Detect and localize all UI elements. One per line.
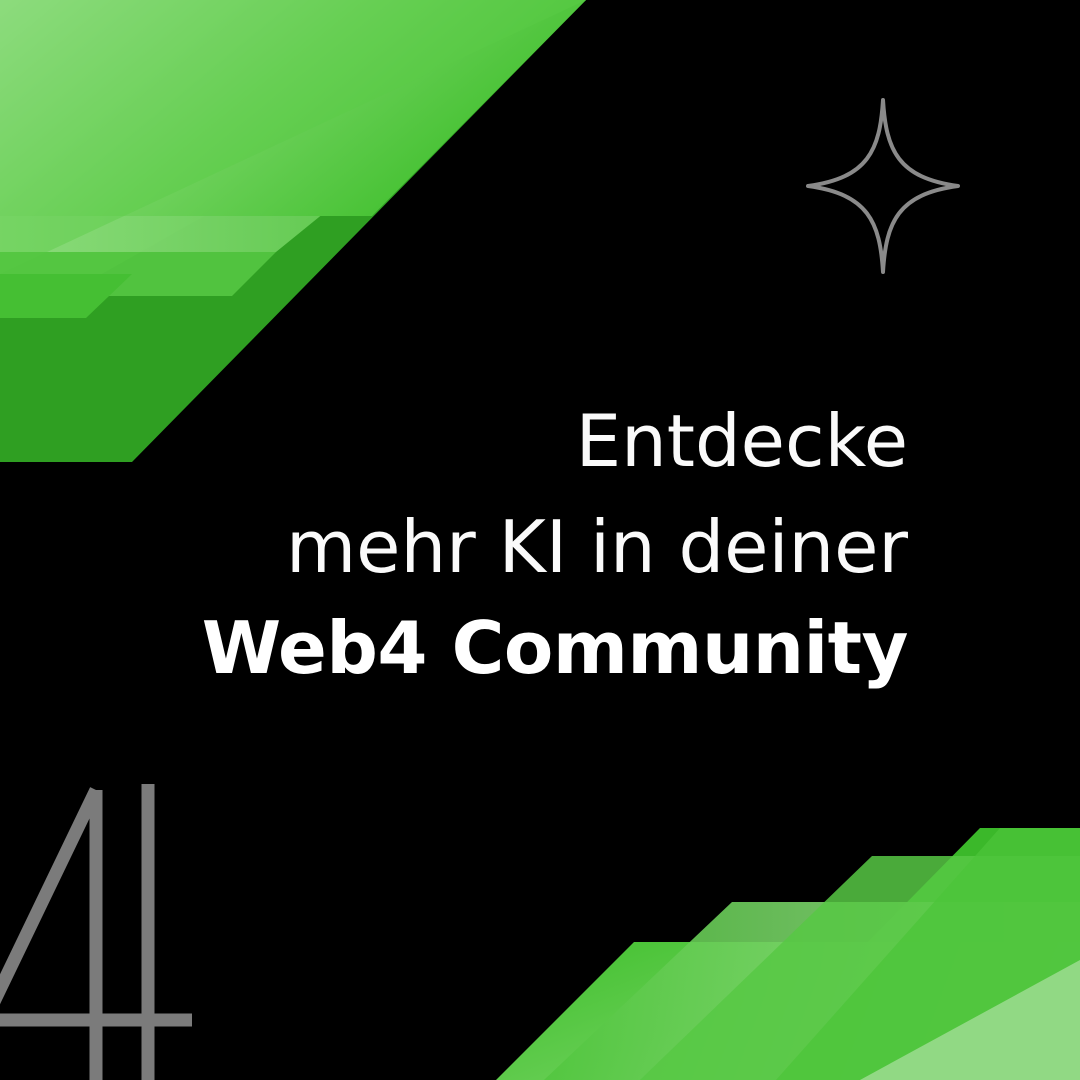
headline: Entdecke mehr KI in deiner Web4 Communit… — [201, 388, 909, 696]
headline-line-1: Entdecke — [575, 399, 908, 483]
web4-logo-icon — [0, 784, 192, 1080]
post-canvas: Entdecke mehr KI in deiner Web4 Communit… — [0, 0, 1080, 1080]
bottom-right-green-bands — [496, 828, 1080, 1080]
sparkle-icon — [806, 98, 960, 274]
headline-line-2: mehr KI in deiner — [286, 505, 908, 589]
headline-line-3: Web4 Community — [201, 606, 909, 690]
